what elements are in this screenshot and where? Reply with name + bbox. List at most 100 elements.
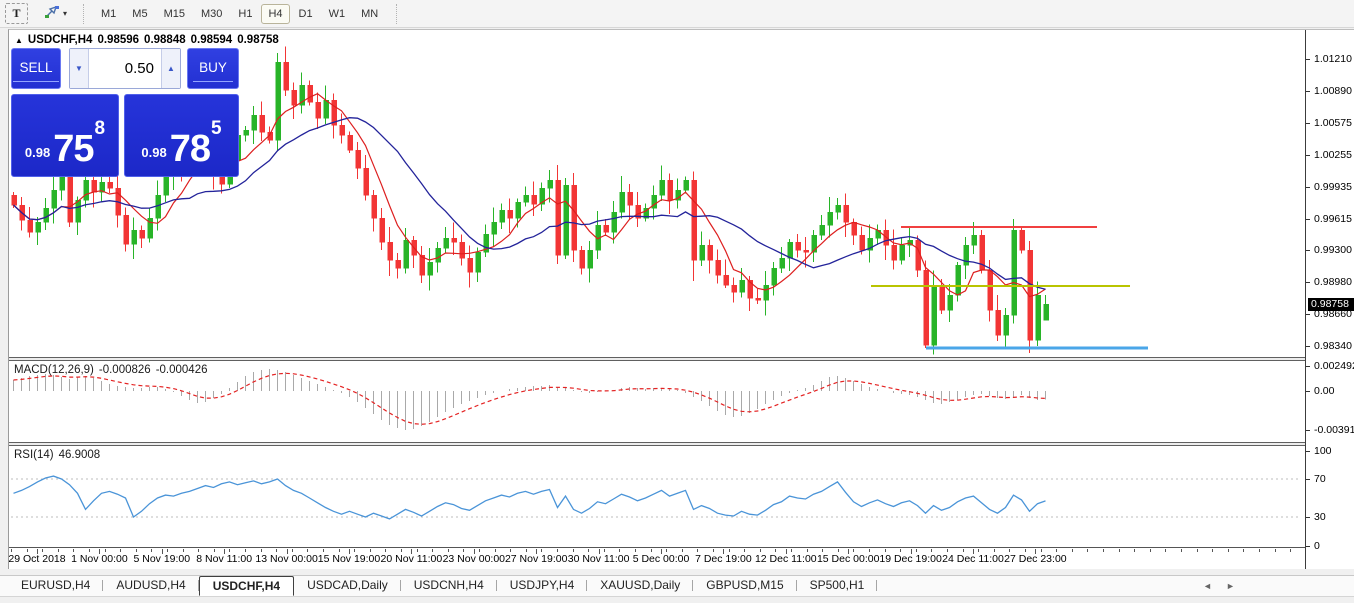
timeframe-button-h1[interactable]: H1 — [231, 4, 259, 24]
chart-tab-bar: EURUSD,H4AUDUSD,H4USDCHF,H4USDCAD,DailyU… — [0, 575, 1354, 596]
time-tick-minor — [1228, 549, 1229, 552]
time-label: 23 Nov 00:00 — [443, 553, 505, 565]
time-tick-minor — [822, 549, 823, 552]
sell-button[interactable]: SELL — [11, 48, 61, 89]
time-tick-minor — [401, 549, 402, 552]
time-tick-minor — [791, 549, 792, 552]
time-tick-minor — [697, 549, 698, 552]
buy-price-display[interactable]: 0.98 78 5 — [124, 94, 239, 177]
chart-tab-eurusd[interactable]: EURUSD,H4 — [8, 576, 103, 596]
time-tick-minor — [42, 549, 43, 552]
price-axis[interactable]: 1.012101.008901.005751.002550.999350.996… — [1305, 30, 1354, 569]
time-tick-minor — [151, 549, 152, 552]
macd-tick-label: 0.002492 — [1314, 360, 1354, 372]
cursor-tool-button[interactable]: ▾ — [38, 3, 73, 24]
time-tick-minor — [947, 549, 948, 552]
time-tick-minor — [916, 549, 917, 552]
chart-ohlc-title: ▲ USDCHF,H4 0.98596 0.98848 0.98594 0.98… — [15, 34, 279, 46]
macd-name: MACD(12,26,9) — [14, 364, 94, 376]
volume-decrease-button[interactable]: ▼ — [70, 49, 89, 88]
sell-price-display[interactable]: 0.98 75 8 — [11, 94, 119, 177]
toolbar-separator — [396, 4, 398, 24]
text-label-tool-button[interactable]: T — [5, 3, 28, 24]
timeframe-button-d1[interactable]: D1 — [292, 4, 320, 24]
time-tick-minor — [604, 549, 605, 552]
time-tick-minor — [838, 549, 839, 552]
time-label: 7 Dec 19:00 — [695, 553, 752, 565]
macd-tick-label: -0.003913 — [1314, 424, 1354, 436]
chart-tab-usdcad[interactable]: USDCAD,Daily — [294, 576, 401, 596]
price-tick-label: 0.99300 — [1314, 244, 1352, 256]
time-tick-minor — [1072, 549, 1073, 552]
chart-tab-usdcnh[interactable]: USDCNH,H4 — [401, 576, 497, 596]
rsi-name: RSI(14) — [14, 449, 54, 461]
time-tick-minor — [994, 549, 995, 552]
macd-tick-label: 0.00 — [1314, 385, 1334, 397]
timeframe-button-h4[interactable]: H4 — [261, 4, 289, 24]
time-tick-minor — [120, 549, 121, 552]
tab-scroll-right-button[interactable]: ► — [1226, 581, 1235, 591]
chart-tab-usdjpy[interactable]: USDJPY,H4 — [497, 576, 587, 596]
chart-tab-usdchf[interactable]: USDCHF,H4 — [199, 576, 294, 596]
price-tick-mark — [1306, 314, 1310, 315]
time-label: 13 Nov 00:00 — [255, 553, 317, 565]
macd-signal-value: -0.000426 — [156, 364, 208, 376]
buy-button[interactable]: BUY — [187, 48, 239, 89]
time-tick-minor — [526, 549, 527, 552]
time-tick-minor — [1103, 549, 1104, 552]
time-tick-minor — [27, 549, 28, 552]
timeframe-button-m15[interactable]: M15 — [157, 4, 192, 24]
time-tick-minor — [1212, 549, 1213, 552]
rsi-tick-mark — [1306, 517, 1310, 518]
low-value: 0.98594 — [191, 34, 233, 46]
time-tick-minor — [385, 549, 386, 552]
chart-tab-sp500[interactable]: SP500,H1 — [797, 576, 878, 596]
timeframe-button-m1[interactable]: M1 — [94, 4, 123, 24]
timeframe-button-mn[interactable]: MN — [354, 4, 385, 24]
time-label: 30 Nov 11:00 — [568, 553, 630, 565]
time-axis[interactable]: 29 Oct 20181 Nov 00:005 Nov 19:008 Nov 1… — [9, 549, 1305, 569]
time-label: 20 Nov 11:00 — [381, 553, 443, 565]
time-tick-minor — [885, 549, 886, 552]
time-tick-minor — [183, 549, 184, 552]
timeframe-button-w1[interactable]: W1 — [322, 4, 353, 24]
time-tick-minor — [541, 549, 542, 552]
time-tick-minor — [1197, 549, 1198, 552]
volume-increase-button[interactable]: ▲ — [161, 49, 180, 88]
rsi-label: RSI(14) 46.9008 — [14, 449, 100, 461]
time-tick-minor — [1087, 549, 1088, 552]
sell-price-big-digits: 75 — [53, 133, 93, 166]
macd-label: MACD(12,26,9) -0.000826 -0.000426 — [14, 364, 207, 376]
time-label: 5 Nov 19:00 — [133, 553, 190, 565]
time-tick-minor — [198, 549, 199, 552]
timeframe-button-m30[interactable]: M30 — [194, 4, 229, 24]
timeframe-button-m5[interactable]: M5 — [125, 4, 154, 24]
rsi-tick-mark — [1306, 546, 1310, 547]
chart-tab-gbpusd[interactable]: GBPUSD,M15 — [693, 576, 796, 596]
time-tick-minor — [931, 549, 932, 552]
volume-stepper: ▼ ▲ — [69, 48, 181, 89]
chart-tab-audusd[interactable]: AUDUSD,H4 — [103, 576, 198, 596]
chart-tab-xauusd[interactable]: XAUUSD,Daily — [587, 576, 693, 596]
time-tick-minor — [900, 549, 901, 552]
time-label: 19 Dec 19:00 — [879, 553, 941, 565]
time-tick-minor — [1290, 549, 1291, 552]
time-axis-border — [9, 547, 1354, 548]
time-tick-minor — [853, 549, 854, 552]
time-tick-minor — [869, 549, 870, 552]
rsi-tick-label: 100 — [1314, 445, 1332, 457]
time-tick-minor — [339, 549, 340, 552]
time-tick-minor — [11, 549, 12, 552]
time-tick-minor — [1119, 549, 1120, 552]
time-tick-minor — [682, 549, 683, 552]
time-tick-minor — [229, 549, 230, 552]
tab-scroll-left-button[interactable]: ◄ — [1203, 581, 1212, 591]
volume-input[interactable] — [89, 49, 161, 88]
open-value: 0.98596 — [97, 34, 139, 46]
time-tick-minor — [963, 549, 964, 552]
time-tick-minor — [744, 549, 745, 552]
price-tick-label: 0.99935 — [1314, 181, 1352, 193]
rsi-indicator-pane[interactable] — [9, 446, 1305, 547]
close-value: 0.98758 — [237, 34, 279, 46]
time-tick-minor — [292, 549, 293, 552]
